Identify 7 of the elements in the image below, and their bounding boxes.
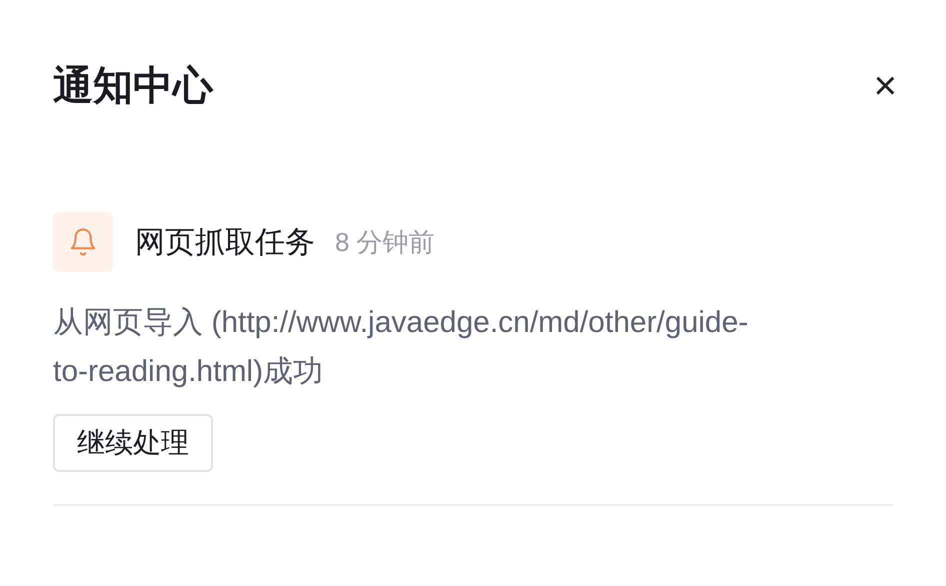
notification-time: 8 分钟前 xyxy=(335,226,435,258)
close-button[interactable]: × xyxy=(874,66,897,106)
notification-title: 网页抓取任务 xyxy=(135,224,315,260)
continue-button[interactable]: 继续处理 xyxy=(53,414,213,472)
notification-message: 从网页导入 (http://www.javaedge.cn/md/other/guide-to-reading.html)成功 xyxy=(53,305,750,390)
panel-title: 通知中心 xyxy=(53,63,213,110)
bell-icon xyxy=(68,227,98,257)
